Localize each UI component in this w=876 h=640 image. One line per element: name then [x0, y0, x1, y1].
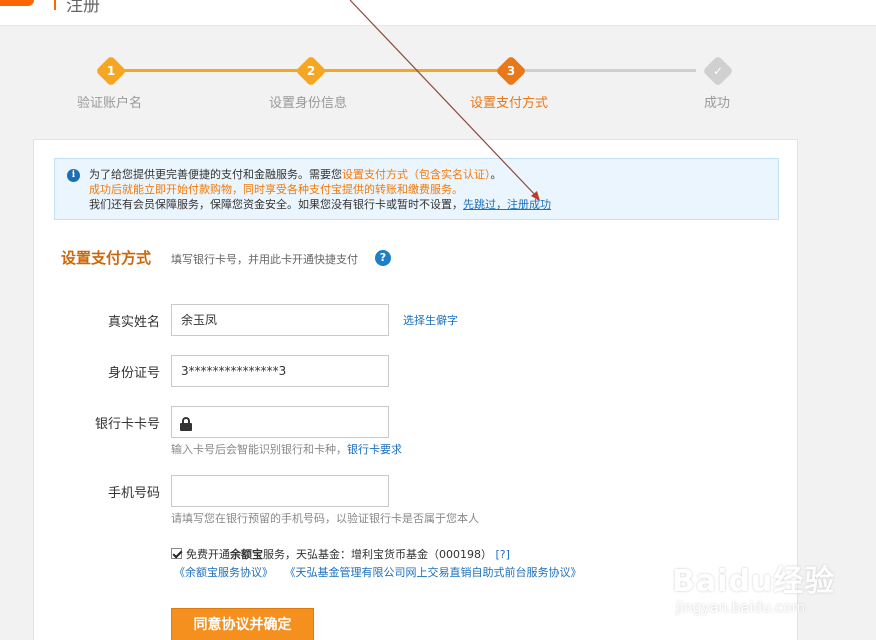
step-1: 1	[95, 55, 127, 87]
card-number-input[interactable]	[171, 406, 389, 438]
lock-icon	[180, 417, 192, 431]
phone-hint: 请填写您在银行预留的手机号码，以验证银行卡是否属于您本人	[171, 512, 479, 525]
skip-link[interactable]: 先跳过，注册成功	[463, 198, 551, 211]
progress-steps: 1 2 3 ✓ 验证账户名 设置身份信息 设置支付方式 成功	[0, 50, 876, 120]
id-label: 身份证号	[107, 366, 160, 381]
baidu-watermark: Baidu经验 jingyan.baidu.com	[672, 556, 862, 626]
name-label: 真实姓名	[107, 315, 160, 330]
card-hint: 输入卡号后会智能识别银行和卡种，银行卡要求	[171, 443, 402, 456]
yuebao-agreement-link[interactable]: 《余额宝服务协议》	[174, 566, 273, 579]
card-label: 银行卡卡号	[94, 417, 160, 432]
notice-line-3: 我们还有会员保障服务，保障您资金安全。如果您没有银行卡或暂时不设置，先跳过，注册…	[89, 198, 551, 211]
watermark-url: jingyan.baidu.com	[676, 600, 806, 616]
agree-checkbox[interactable]	[171, 548, 182, 559]
yuebao-agreement: 免费开通余额宝服务，天弘基金：增利宝货币基金（000198） [?]	[171, 546, 510, 562]
agree-submit-button[interactable]: 同意协议并确定	[171, 608, 314, 640]
step-connector	[324, 69, 498, 72]
card-requirements-link[interactable]: 银行卡要求	[347, 443, 402, 456]
title-separator	[54, 0, 56, 10]
section-subtitle: 填写银行卡号，并用此卡开通快捷支付	[171, 253, 358, 266]
phone-input[interactable]	[171, 475, 389, 507]
notice-line-1: 为了给您提供更完善便捷的支付和金融服务。需要您设置支付方式（包含实名认证）。	[89, 168, 502, 181]
help-link[interactable]: [?]	[496, 548, 510, 561]
step-label: 验证账户名	[77, 96, 143, 111]
id-number-input[interactable]: 3***************3	[171, 355, 389, 387]
phone-label: 手机号码	[107, 486, 160, 501]
help-icon[interactable]: ?	[375, 250, 391, 266]
agreement-links: 《余额宝服务协议》 《天弘基金管理有限公司网上交易直销自助式前台服务协议》	[174, 564, 582, 580]
step-label-active: 设置支付方式	[470, 96, 549, 111]
step-label: 设置身份信息	[269, 96, 348, 111]
top-bar: 注册	[0, 0, 876, 26]
section-title: 设置支付方式	[61, 249, 152, 267]
step-label: 成功	[704, 96, 731, 111]
logo[interactable]	[0, 0, 34, 6]
watermark-logo: Baidu经验	[672, 564, 836, 599]
page-title: 注册	[66, 0, 100, 16]
name-input[interactable]: 余玉凤	[171, 304, 389, 336]
step-2: 2	[295, 55, 327, 87]
info-icon: i	[67, 169, 80, 182]
notice-line-2: 成功后就能立即开始付款购物，同时享受各种支付宝提供的转账和缴费服务。	[89, 183, 463, 196]
step-connector	[124, 69, 298, 72]
step-success: ✓	[702, 55, 734, 87]
info-notice: i 为了给您提供更完善便捷的支付和金融服务。需要您设置支付方式（包含实名认证）。…	[54, 158, 779, 220]
checkmark-icon: ✓	[712, 64, 724, 78]
fund-agreement-link[interactable]: 《天弘基金管理有限公司网上交易直销自助式前台服务协议》	[285, 566, 582, 579]
rare-char-link[interactable]: 选择生僻字	[403, 312, 458, 328]
step-3: 3	[495, 55, 527, 87]
step-connector	[524, 69, 696, 72]
